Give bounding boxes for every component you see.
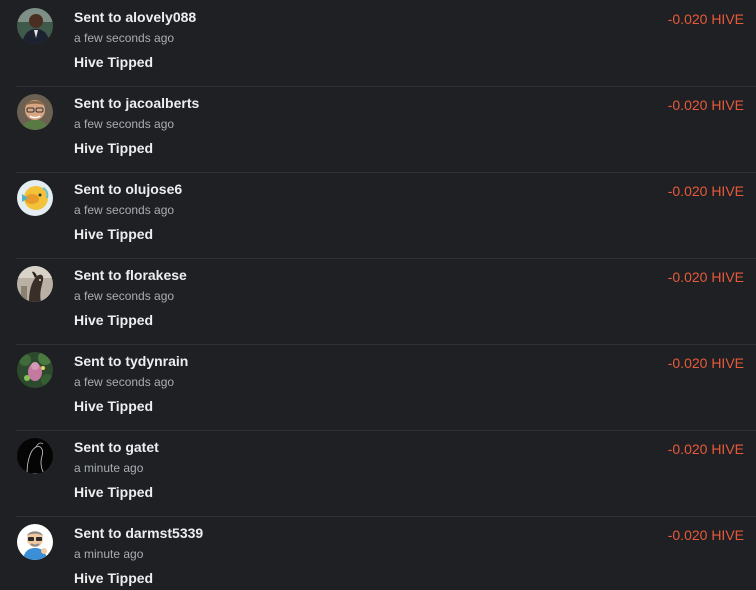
sent-to-label: Sent to xyxy=(74,267,126,283)
transaction-row: Sent to olujose6 a few seconds ago Hive … xyxy=(0,172,756,258)
user-avatar[interactable] xyxy=(17,94,53,130)
user-avatar-cartoon-man-icon xyxy=(17,524,53,560)
transaction-amount: -0.020 HIVE xyxy=(667,269,744,285)
user-avatar-man-dark-suit-icon xyxy=(17,8,53,44)
recipient-line: Sent to florakese xyxy=(74,266,187,284)
user-avatar-dark-silhouette-icon xyxy=(17,438,53,474)
recipient-username[interactable]: florakese xyxy=(125,267,186,283)
transaction-row: Sent to gatet a minute ago Hive Tipped -… xyxy=(0,430,756,516)
transaction-type: Hive Tipped xyxy=(74,398,154,414)
transaction-amount: -0.020 HIVE xyxy=(667,183,744,199)
transaction-type: Hive Tipped xyxy=(74,312,154,328)
sent-to-label: Sent to xyxy=(74,439,126,455)
transaction-type: Hive Tipped xyxy=(74,140,154,156)
transaction-list: Sent to alovely088 a few seconds ago Hiv… xyxy=(0,0,756,590)
sent-to-label: Sent to xyxy=(74,9,126,25)
recipient-line: Sent to olujose6 xyxy=(74,180,182,198)
transaction-type: Hive Tipped xyxy=(74,570,154,586)
recipient-line: Sent to alovely088 xyxy=(74,8,196,26)
recipient-line: Sent to tydynrain xyxy=(74,352,188,370)
recipient-line: Sent to darmst5339 xyxy=(74,524,203,542)
user-avatar[interactable] xyxy=(17,266,53,302)
user-avatar[interactable] xyxy=(17,438,53,474)
sent-to-label: Sent to xyxy=(74,95,126,111)
user-avatar[interactable] xyxy=(17,524,53,560)
user-avatar[interactable] xyxy=(17,180,53,216)
user-avatar-flower-garden-icon xyxy=(17,352,53,388)
recipient-username[interactable]: jacoalberts xyxy=(125,95,199,111)
transaction-type: Hive Tipped xyxy=(74,54,154,70)
recipient-username[interactable]: alovely088 xyxy=(125,9,196,25)
sent-to-label: Sent to xyxy=(74,525,126,541)
timestamp: a minute ago xyxy=(74,547,144,561)
transaction-type: Hive Tipped xyxy=(74,484,154,500)
transaction-amount: -0.020 HIVE xyxy=(667,97,744,113)
timestamp: a few seconds ago xyxy=(74,289,175,303)
timestamp: a minute ago xyxy=(74,461,144,475)
timestamp: a few seconds ago xyxy=(74,203,175,217)
transaction-row: Sent to florakese a few seconds ago Hive… xyxy=(0,258,756,344)
recipient-line: Sent to gatet xyxy=(74,438,159,456)
transaction-amount: -0.020 HIVE xyxy=(667,527,744,543)
recipient-username[interactable]: darmst5339 xyxy=(125,525,203,541)
transaction-amount: -0.020 HIVE xyxy=(667,441,744,457)
user-avatar-man-glasses-icon xyxy=(17,94,53,130)
timestamp: a few seconds ago xyxy=(74,31,175,45)
recipient-username[interactable]: gatet xyxy=(125,439,158,455)
transaction-row: Sent to alovely088 a few seconds ago Hiv… xyxy=(0,0,756,86)
transaction-row: Sent to darmst5339 a minute ago Hive Tip… xyxy=(0,516,756,590)
transaction-amount: -0.020 HIVE xyxy=(667,355,744,371)
user-avatar-yellow-fish-icon xyxy=(17,180,53,216)
transaction-type: Hive Tipped xyxy=(74,226,154,242)
sent-to-label: Sent to xyxy=(74,181,126,197)
recipient-line: Sent to jacoalberts xyxy=(74,94,199,112)
transaction-row: Sent to tydynrain a few seconds ago Hive… xyxy=(0,344,756,430)
timestamp: a few seconds ago xyxy=(74,117,175,131)
recipient-username[interactable]: tydynrain xyxy=(125,353,188,369)
recipient-username[interactable]: olujose6 xyxy=(125,181,182,197)
transaction-amount: -0.020 HIVE xyxy=(667,11,744,27)
transaction-row: Sent to jacoalberts a few seconds ago Hi… xyxy=(0,86,756,172)
sent-to-label: Sent to xyxy=(74,353,126,369)
user-avatar[interactable] xyxy=(17,352,53,388)
user-avatar[interactable] xyxy=(17,8,53,44)
user-avatar-horse-icon xyxy=(17,266,53,302)
timestamp: a few seconds ago xyxy=(74,375,175,389)
